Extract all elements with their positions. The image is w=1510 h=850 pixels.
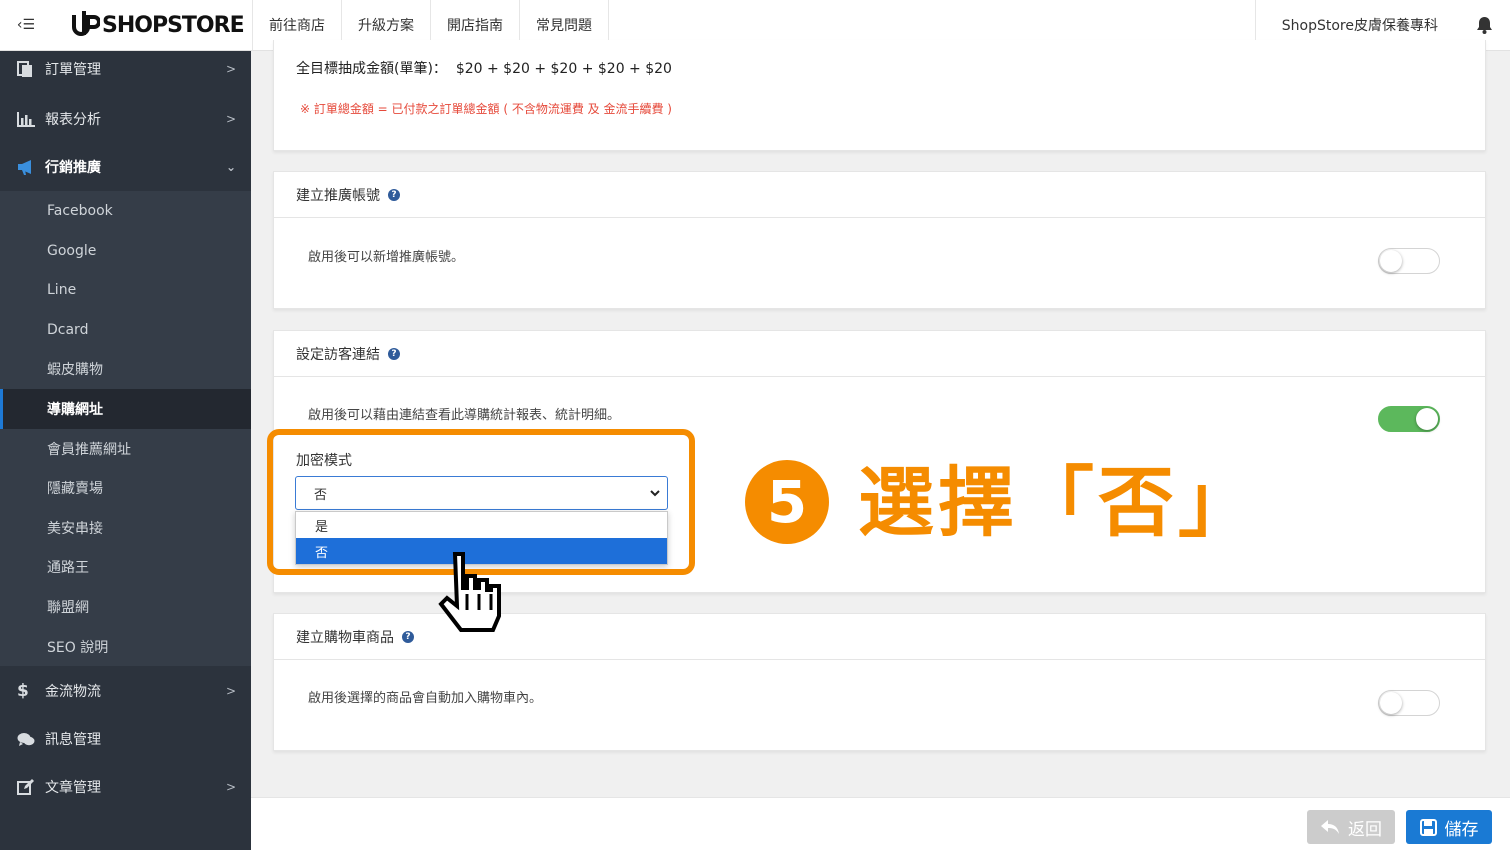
toggle-knob	[1380, 692, 1402, 714]
sidebar-subitem-shopee[interactable]: 蝦皮購物	[0, 349, 251, 389]
sidebar: 訂單管理 > 報表分析 > 行銷推廣 ⌄ Facebook Google Lin…	[0, 51, 251, 850]
sidebar-subitem-seo[interactable]: SEO 說明	[0, 627, 251, 667]
step-number-badge: 5	[745, 460, 829, 544]
sidebar-toggle-button[interactable]: ‹☰	[0, 0, 52, 50]
card-header: 設定訪客連結 ?	[274, 331, 1485, 377]
cart-product-toggle[interactable]	[1378, 690, 1440, 716]
card-title: 建立推廣帳號	[296, 187, 380, 204]
card-description: 啟用後選擇的商品會自動加入購物車內。	[308, 691, 543, 706]
visitor-link-toggle[interactable]	[1378, 406, 1440, 432]
card-title: 建立購物車商品	[296, 629, 394, 646]
hand-pointer-icon	[438, 552, 501, 632]
chevron-right-icon: >	[225, 112, 237, 126]
sidebar-subitem-facebook[interactable]: Facebook	[0, 191, 251, 231]
commission-card: 全目標抽成金額(單筆)： $20 + $20 + $20 + $20 + $20…	[273, 40, 1486, 151]
chevron-right-icon: >	[225, 780, 237, 794]
toggle-knob	[1380, 250, 1402, 272]
sidebar-item-payment-logistics[interactable]: $ 金流物流 >	[0, 668, 251, 714]
sidebar-subitem-meian[interactable]: 美安串接	[0, 508, 251, 548]
logo-mark-icon	[72, 11, 100, 36]
sidebar-subitem-referral-url[interactable]: 導購網址	[0, 389, 251, 429]
help-icon[interactable]: ?	[402, 630, 414, 643]
chevron-down-icon: ⌄	[225, 160, 237, 174]
save-button[interactable]: 儲存	[1406, 810, 1492, 844]
help-icon[interactable]: ?	[388, 347, 400, 360]
step-instruction-text: 選擇「否」	[858, 458, 1258, 547]
sidebar-item-reports[interactable]: 報表分析 >	[0, 96, 251, 142]
sidebar-subitem-member-referral[interactable]: 會員推薦網址	[0, 429, 251, 469]
affiliate-account-toggle[interactable]	[1378, 248, 1440, 274]
order-total-note: ※ 訂單總金額 = 已付款之訂單總金額 ( 不含物流運費 及 金流手續費 )	[300, 102, 672, 116]
document-icon	[17, 60, 45, 78]
card-title: 設定訪客連結	[296, 346, 380, 363]
bar-chart-icon	[17, 111, 45, 127]
sidebar-subitem-tonglu[interactable]: 通路王	[0, 547, 251, 587]
card-header: 建立推廣帳號 ?	[274, 172, 1485, 218]
sidebar-item-messages[interactable]: 訊息管理	[0, 716, 251, 762]
bell-icon	[1476, 17, 1492, 34]
card-description: 啟用後可以藉由連結查看此導購統計報表、統計明細。	[308, 408, 621, 423]
back-button[interactable]: 返回	[1307, 810, 1395, 844]
marketing-submenu: Facebook Google Line Dcard 蝦皮購物 導購網址 會員推…	[0, 191, 251, 666]
megaphone-icon	[17, 159, 45, 175]
sidebar-subitem-google[interactable]: Google	[0, 231, 251, 271]
undo-icon	[1321, 820, 1339, 834]
chevron-right-icon: >	[225, 62, 237, 76]
commission-formula: 全目標抽成金額(單筆)： $20 + $20 + $20 + $20 + $20	[296, 61, 672, 77]
edit-icon	[17, 779, 45, 795]
chat-icon	[17, 732, 45, 747]
logo-text: SHOPSTORE	[102, 12, 245, 38]
sidebar-subitem-line[interactable]: Line	[0, 270, 251, 310]
menu-icon: ‹☰	[16, 17, 36, 33]
chevron-right-icon: >	[225, 684, 237, 698]
sidebar-item-marketing[interactable]: 行銷推廣 ⌄	[0, 144, 251, 190]
sidebar-subitem-affiliate-network[interactable]: 聯盟網	[0, 587, 251, 627]
sidebar-item-orders[interactable]: 訂單管理 >	[0, 46, 251, 92]
card-description: 啟用後可以新增推廣帳號。	[308, 250, 465, 265]
sidebar-subitem-dcard[interactable]: Dcard	[0, 310, 251, 350]
affiliate-account-card: 建立推廣帳號 ? 啟用後可以新增推廣帳號。	[273, 171, 1486, 309]
help-icon[interactable]: ?	[388, 188, 400, 201]
sidebar-item-articles[interactable]: 文章管理 >	[0, 764, 251, 810]
dollar-icon: $	[17, 681, 29, 701]
floppy-disk-icon	[1419, 818, 1437, 836]
action-footer: 返回 儲存	[251, 797, 1510, 850]
shopstore-logo[interactable]: SHOPSTORE	[70, 7, 245, 43]
toggle-knob	[1416, 408, 1438, 430]
sidebar-subitem-hidden-store[interactable]: 隱藏賣場	[0, 468, 251, 508]
